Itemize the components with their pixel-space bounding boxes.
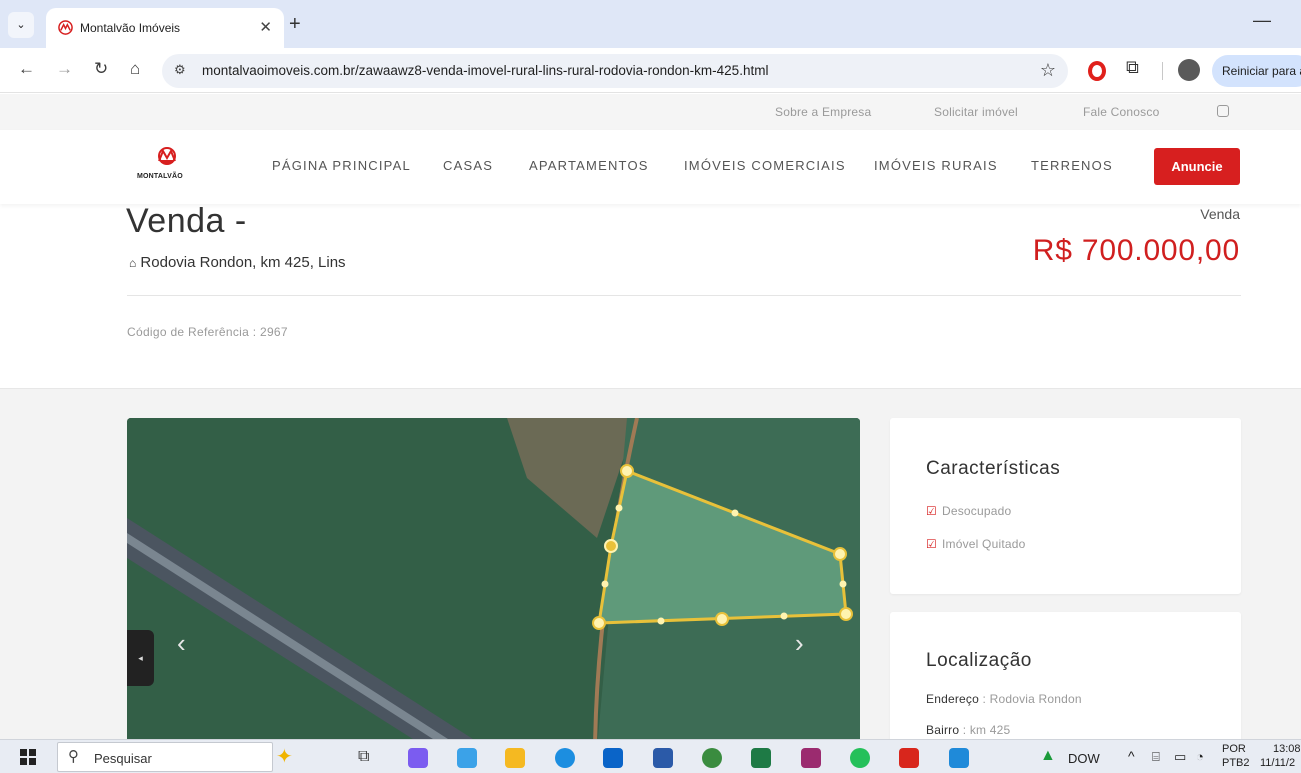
bairro-label: Bairro (926, 723, 960, 737)
weather-text[interactable]: DOW (1068, 751, 1100, 766)
tab-search-button[interactable]: ⌄ (8, 12, 34, 38)
excel-icon[interactable] (751, 748, 771, 768)
copilot-sparkle-icon[interactable]: ✦ (276, 744, 296, 768)
word-icon[interactable] (653, 748, 673, 768)
location-card: Localização Endereço : Rodovia Rondon Ba… (890, 612, 1241, 739)
web-page: Sobre a Empresa Solicitar imóvel Fale Co… (0, 94, 1301, 739)
property-address: ⌂ Rodovia Rondon, km 425, Lins (129, 254, 346, 271)
home-icon[interactable]: ⌂ (130, 59, 140, 79)
nav-houses[interactable]: CASAS (443, 158, 493, 173)
address-value: Rodovia Rondon (989, 692, 1082, 706)
acrobat-icon[interactable] (899, 748, 919, 768)
features-title: Características (926, 458, 1061, 479)
property-title: Venda - (126, 202, 247, 240)
edge-browser-icon[interactable] (555, 748, 575, 768)
site-favicon-icon (58, 20, 73, 35)
reload-icon[interactable]: ↻ (94, 59, 108, 79)
browser-toolbar: ← → ↻ ⌂ ⚙ montalvaoimoveis.com.br/zawaaw… (0, 48, 1301, 93)
whatsapp-icon[interactable] (850, 748, 870, 768)
property-photo-gallery[interactable]: ‹ › ◂ (127, 418, 860, 739)
minimize-window-icon[interactable]: — (1253, 10, 1271, 31)
site-info-icon[interactable]: ⚙ (174, 62, 186, 78)
tray-chevron-icon[interactable]: ^ (1128, 748, 1135, 764)
outlook-icon[interactable] (603, 748, 623, 768)
battery-icon[interactable]: ▭ (1174, 749, 1186, 765)
gallery-next-icon[interactable]: › (795, 628, 804, 659)
widgets-icon[interactable] (457, 748, 477, 768)
instagram-icon[interactable] (1217, 105, 1229, 117)
divider (127, 295, 1241, 296)
link-about-company[interactable]: Sobre a Empresa (775, 105, 871, 119)
windows-start-icon[interactable] (20, 749, 36, 765)
property-address-text: Rodovia Rondon, km 425, Lins (140, 254, 346, 271)
clock-date[interactable]: 11/11/2 (1260, 757, 1295, 769)
checkbox-icon: ☑ (926, 537, 937, 551)
profile-avatar[interactable] (1178, 59, 1200, 81)
url-text[interactable]: montalvaoimoveis.com.br/zawaawz8-venda-i… (202, 63, 768, 78)
taskbar-search-placeholder: Pesquisar (94, 751, 152, 766)
browser-tab[interactable]: Montalvão Imóveis ✕ (46, 8, 284, 48)
features-card: Características ☑ Desocupado ☑ Imóvel Quit… (890, 418, 1241, 594)
link-contact[interactable]: Fale Conosco (1083, 105, 1159, 119)
address-label: Endereço (926, 692, 979, 706)
back-icon[interactable]: ← (18, 59, 35, 79)
browser-tab-bar: ⌄ Montalvão Imóveis ✕ + — (0, 0, 1301, 48)
top-utility-bar: Sobre a Empresa Solicitar imóvel Fale Co… (0, 94, 1301, 130)
advertise-button[interactable]: Anuncie (1154, 148, 1240, 185)
home-icon: ⌂ (129, 256, 137, 270)
feature-label: Imóvel Quitado (941, 537, 1026, 551)
feature-item: ☑ Desocupado (926, 504, 1011, 518)
reference-code: Código de Referência : 2967 (127, 325, 288, 339)
nav-rural[interactable]: IMÓVEIS RURAIS (874, 158, 998, 173)
tab-title: Montalvão Imóveis (80, 21, 181, 35)
chrome-browser-icon[interactable] (702, 748, 722, 768)
feature-item: ☑ Imóvel Quitado (926, 537, 1025, 551)
windows-taskbar: ⚲ Pesquisar ✦ ⧉ ▲ DOW ^ ⌸ ▭ ◔ POR PTB2 1… (0, 739, 1301, 773)
restart-to-update-button[interactable]: Reiniciar para a (1212, 55, 1301, 87)
wifi-icon[interactable]: ◔ (1196, 749, 1204, 764)
location-title: Localização (926, 650, 1032, 671)
nav-land[interactable]: TERRENOS (1031, 158, 1113, 173)
gallery-previous-icon[interactable]: ‹ (177, 628, 186, 659)
logo-wordmark: MONTALVÃO (137, 173, 183, 180)
copilot-app-icon[interactable] (408, 748, 428, 768)
montalvao-logo[interactable] (137, 146, 197, 186)
extensions-puzzle-icon[interactable]: ⧉ (1126, 57, 1139, 78)
keyboard-layout[interactable]: PTB2 (1222, 757, 1250, 769)
opera-extension-icon[interactable] (1088, 61, 1106, 81)
task-view-icon[interactable]: ⧉ (358, 748, 378, 768)
property-price: R$ 700.000,00 (1032, 234, 1240, 267)
photos-icon[interactable] (949, 748, 969, 768)
location-address: Endereço : Rodovia Rondon (926, 692, 1082, 706)
link-request-property[interactable]: Solicitar imóvel (934, 105, 1018, 119)
checkbox-icon: ☑ (926, 504, 937, 518)
stock-chart-icon[interactable]: ▲ (1040, 747, 1060, 767)
file-explorer-icon[interactable] (505, 748, 525, 768)
language-indicator[interactable]: POR (1222, 743, 1246, 755)
nav-home[interactable]: PÁGINA PRINCIPAL (272, 158, 411, 173)
forward-icon[interactable]: → (56, 59, 73, 79)
feature-label: Desocupado (941, 504, 1012, 518)
gallery-side-toggle[interactable]: ◂ (127, 630, 154, 686)
reference-value: 2967 (259, 325, 288, 339)
network-icon[interactable]: ⌸ (1152, 749, 1160, 765)
nav-commercial[interactable]: IMÓVEIS COMERCIAIS (684, 158, 846, 173)
property-type: Venda (1200, 206, 1240, 222)
new-tab-icon[interactable]: + (289, 12, 301, 36)
taskbar-search-box[interactable]: ⚲ Pesquisar (57, 742, 273, 772)
toolbar-divider (1162, 62, 1163, 80)
winrar-icon[interactable] (801, 748, 821, 768)
clock-time[interactable]: 13:08 (1273, 743, 1301, 755)
address-bar[interactable]: ⚙ montalvaoimoveis.com.br/zawaawz8-venda… (162, 54, 1068, 88)
bookmark-star-icon[interactable]: ☆ (1040, 60, 1056, 81)
bairro-value: km 425 (969, 723, 1011, 737)
reference-label: Código de Referência (127, 325, 250, 339)
site-header: MONTALVÃO PÁGINA PRINCIPAL CASAS APARTAM… (0, 130, 1301, 204)
close-tab-icon[interactable]: ✕ (259, 18, 272, 36)
aerial-photo (127, 418, 860, 739)
search-icon: ⚲ (68, 748, 79, 765)
location-bairro: Bairro : km 425 (926, 723, 1011, 737)
nav-apartments[interactable]: APARTAMENTOS (529, 158, 649, 173)
